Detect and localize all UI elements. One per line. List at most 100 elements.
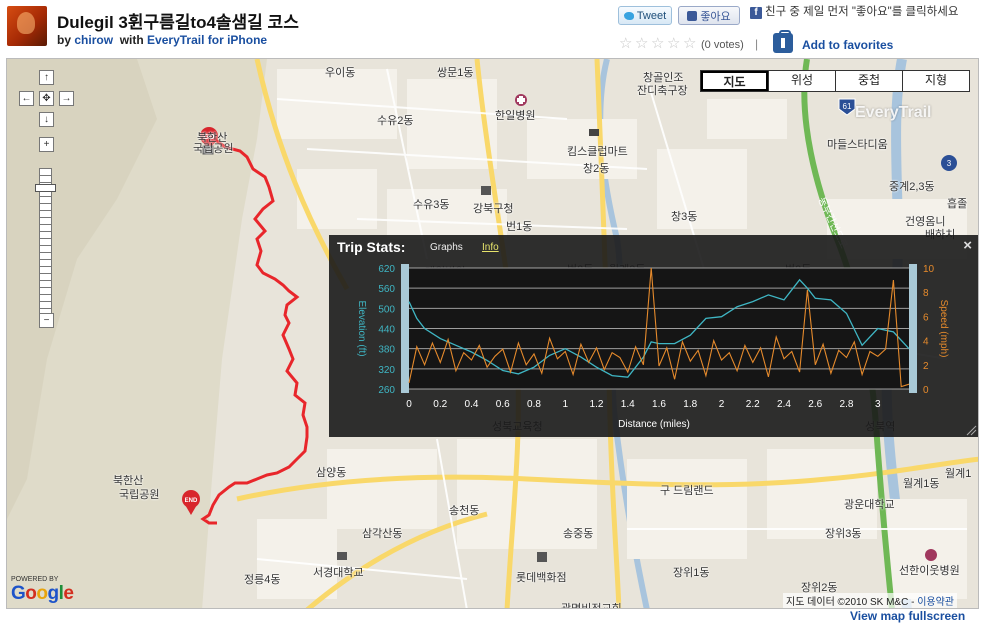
- trip-page: { "header": { "title": "Dulegil 3휜구름길to4…: [0, 0, 985, 625]
- map-place-label: 중계2,3동: [889, 181, 935, 193]
- map-place-label: 송중동: [563, 528, 594, 540]
- facebook-like-text: 친구 중 제일 먼저 "좋아요"를 클릭하세요: [765, 6, 959, 18]
- zoom-out-button[interactable]: −: [39, 313, 54, 328]
- briefcase-icon[interactable]: [773, 30, 793, 53]
- byline: by chirow with EveryTrail for iPhone: [57, 33, 267, 47]
- maptype-satellite-button[interactable]: 위성: [768, 71, 835, 91]
- map-place-label: 송천동: [449, 505, 480, 517]
- svg-text:3: 3: [947, 159, 952, 168]
- pan-up-button[interactable]: ↑: [39, 70, 54, 85]
- distance-tick-label: 1.8: [683, 399, 697, 410]
- school-icon: [337, 552, 347, 560]
- zoom-slider-handle[interactable]: [35, 184, 56, 192]
- map-copyright: 지도 데이터 ©2010 SK M&C - 이용약관: [783, 593, 957, 608]
- end-marker-label: END: [185, 498, 198, 504]
- maptype-hybrid-button[interactable]: 중첩: [835, 71, 902, 91]
- zoom-in-button[interactable]: +: [39, 137, 54, 152]
- distance-axis-label: Distance (miles): [618, 419, 690, 430]
- distance-tick-label: 1: [562, 399, 568, 410]
- distance-tick-label: 0: [406, 399, 412, 410]
- map-place-label: 삼양동: [316, 467, 347, 479]
- cart-icon: [589, 129, 599, 136]
- powered-by-label: POWERED BY: [11, 576, 59, 583]
- speed-tick-label: 2: [923, 361, 929, 372]
- distance-tick-label: 2: [719, 399, 725, 410]
- pan-left-button[interactable]: ←: [19, 91, 34, 106]
- author-avatar[interactable]: [7, 6, 47, 46]
- distance-tick-label: 2.6: [808, 399, 822, 410]
- pan-down-button[interactable]: ↓: [39, 112, 54, 127]
- distance-tick-label: 0.4: [465, 399, 479, 410]
- trail-map[interactable]: GO END 61 3 우이동 쌍문1동 창골인조 잔디축구장 한일병원 수유2동 킴스클럽…: [6, 58, 979, 609]
- map-place-label: 잔디축구장: [637, 85, 688, 97]
- elevation-tick-label: 380: [378, 345, 395, 356]
- elevation-tick-label: 560: [378, 284, 395, 295]
- app-link[interactable]: EveryTrail for iPhone: [147, 33, 267, 47]
- speed-tick-label: 10: [923, 264, 935, 275]
- map-place-label: 서경대학교: [313, 567, 364, 579]
- hospital-icon: [925, 549, 937, 561]
- speed-tick-label: 0: [923, 385, 929, 396]
- by-label: by: [57, 33, 72, 47]
- elevation-tick-label: 620: [378, 264, 395, 275]
- speed-tick-label: 8: [923, 288, 929, 299]
- resize-grip-icon: [966, 425, 977, 436]
- distance-tick-label: 1.6: [652, 399, 666, 410]
- store-icon: [537, 552, 547, 562]
- distance-tick-label: 3: [875, 399, 881, 410]
- google-logo[interactable]: Google: [11, 583, 74, 605]
- map-place-label: 창2동: [583, 163, 610, 175]
- government-icon: [481, 186, 491, 195]
- distance-tick-label: 2.2: [746, 399, 760, 410]
- distance-tick-label: 1.4: [621, 399, 635, 410]
- tweet-label: Tweet: [636, 9, 667, 22]
- star-icon[interactable]: ☆: [667, 36, 682, 51]
- rating-stars[interactable]: ☆ ☆ ☆ ☆ ☆: [619, 36, 698, 51]
- star-icon[interactable]: ☆: [619, 36, 634, 51]
- map-place-label: 롯데백화점: [516, 572, 567, 584]
- map-place-label: 번1동: [506, 221, 533, 233]
- tweet-button[interactable]: Tweet: [618, 6, 672, 25]
- map-place-label: 쌍문1동: [437, 67, 474, 79]
- map-place-label: 구 드림랜드: [660, 485, 714, 497]
- distance-tick-label: 0.6: [496, 399, 510, 410]
- hospital-icon: [515, 94, 527, 106]
- map-place-label: 월계1: [945, 468, 972, 480]
- separator: |: [755, 37, 759, 51]
- distance-tick-label: 0.2: [433, 399, 447, 410]
- like-button[interactable]: 좋아요: [678, 6, 740, 25]
- map-place-label: 월계1동: [903, 478, 940, 490]
- page-title: Dulegil 3휜구름길to4솔샘길 코스: [57, 13, 299, 32]
- map-place-label: 창3동: [671, 211, 698, 223]
- map-place-label: 선한이웃병원: [899, 565, 960, 577]
- star-icon[interactable]: ☆: [651, 36, 666, 51]
- twitter-bird-icon: [623, 11, 634, 20]
- map-place-label: 장위1동: [673, 567, 710, 579]
- add-to-favorites-link[interactable]: Add to favorites: [802, 38, 893, 52]
- star-icon[interactable]: ☆: [683, 36, 698, 51]
- maptype-map-button[interactable]: 지도: [701, 71, 768, 91]
- copyright-text: 지도 데이터 ©2010 SK M&C -: [786, 597, 918, 608]
- author-link[interactable]: chirow: [74, 33, 113, 47]
- view-fullscreen-link[interactable]: View map fullscreen: [850, 609, 965, 623]
- distance-tick-label: 2.4: [777, 399, 791, 410]
- map-type-selector[interactable]: 지도 위성 중첩 지형: [700, 70, 970, 92]
- speed-axis-label: Speed (mph): [938, 300, 949, 358]
- pan-right-button[interactable]: →: [59, 91, 74, 106]
- speed-tick-label: 4: [923, 337, 929, 348]
- map-place-label: 우이동: [325, 67, 356, 79]
- trip-stats-panel: Trip Stats: Graphs Info × 620 560 500 440 38…: [329, 235, 978, 437]
- map-place-label: 흡졸: [947, 198, 968, 210]
- everytrail-watermark: EveryTrail: [855, 104, 932, 121]
- svg-text:61: 61: [843, 102, 852, 111]
- distance-tick-label: 0.8: [527, 399, 541, 410]
- pan-center-button[interactable]: ✥: [39, 91, 54, 106]
- elevation-tick-label: 500: [378, 304, 395, 315]
- star-icon[interactable]: ☆: [635, 36, 650, 51]
- facebook-icon: f: [750, 7, 762, 19]
- map-place-label: 정릉4동: [244, 574, 281, 586]
- terms-link[interactable]: 이용약관: [917, 597, 954, 608]
- map-place-label: 국립공원: [119, 489, 160, 501]
- maptype-terrain-button[interactable]: 지형: [902, 71, 969, 91]
- elevation-tick-label: 260: [378, 385, 395, 396]
